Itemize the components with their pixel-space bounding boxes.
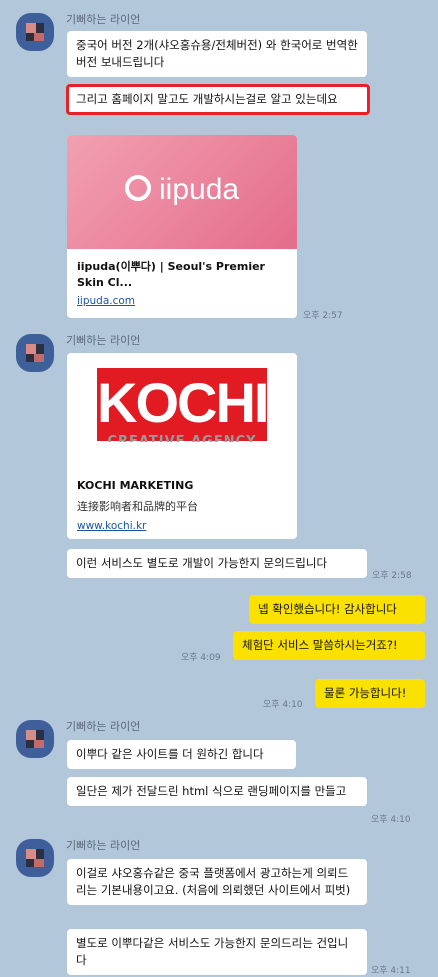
link-preview-card-iipuda[interactable]: iipuda iipuda(이뿌다) | Seoul's Premier Ski… [67, 135, 297, 318]
link-preview-url[interactable]: iipuda.com [77, 295, 135, 307]
sender-name: 기뻐하는 라이언 [66, 334, 141, 347]
message-time: 오후 4:10 [263, 700, 303, 710]
link-preview-brand: iipuda [159, 173, 240, 206]
message-bubble[interactable]: 이걸로 샤오홍슈같은 중국 플랫폼에서 광고하는게 의뢰드리는 기본내용이고요.… [67, 859, 367, 905]
my-message-bubble[interactable]: 체험단 서비스 말씀하시는거죠?! [233, 631, 425, 660]
sender-name: 기뻐하는 라이언 [66, 839, 141, 852]
sender-avatar[interactable] [16, 334, 54, 372]
message-bubble[interactable]: 이뿌다 같은 사이트를 더 원하긴 합니다 [67, 740, 296, 769]
message-bubble[interactable]: 별도로 이뿌다같은 서비스도 가능한지 문의드리는 건입니다 [67, 929, 367, 975]
my-message-bubble[interactable]: 넵 확인했습니다! 감사합니다 [249, 595, 425, 624]
message-bubble[interactable]: 일단은 제가 전달드린 html 식으로 랜딩페이지를 만들고 [67, 777, 367, 806]
link-preview-card-kochi[interactable]: KOCHI CREATIVE AGENCY KOCHI MARKETING 连接… [67, 353, 297, 539]
link-preview-description: 连接影响者和品牌的平台 [77, 500, 198, 513]
link-preview-image: iipuda [67, 135, 297, 249]
my-message-bubble[interactable]: 물론 가능합니다! [315, 679, 425, 708]
kochi-logo-text: KOCHI [97, 371, 267, 434]
sender-avatar[interactable] [16, 839, 54, 877]
message-bubble[interactable]: 중국어 버전 2개(샤오홍슈용/전체버전) 와 한국어로 번역한 버전 보내드립… [67, 31, 367, 77]
message-bubble-highlighted[interactable]: 그리고 홈페이지 말고도 개발하시는걸로 알고 있는데요 [66, 84, 370, 115]
message-time: 오후 4:10 [371, 815, 411, 825]
iipuda-logo-icon [125, 175, 151, 201]
sender-avatar[interactable] [16, 720, 54, 758]
kochi-sub-text: CREATIVE AGENCY [107, 434, 257, 442]
link-preview-url[interactable]: www.kochi.kr [77, 520, 146, 532]
message-time: 오후 2:57 [303, 311, 343, 321]
message-time: 오후 4:11 [371, 966, 411, 976]
message-time: 오후 2:58 [372, 571, 412, 581]
message-bubble[interactable]: 이런 서비스도 별도로 개발이 가능한지 문의드립니다 [67, 549, 367, 578]
sender-name: 기뻐하는 라이언 [66, 720, 141, 733]
message-time: 오후 4:09 [181, 653, 221, 663]
sender-avatar[interactable] [16, 13, 54, 51]
link-preview-title: iipuda(이뿌다) | Seoul's Premier Skin Cl... [77, 260, 265, 289]
link-preview-title: KOCHI MARKETING [77, 479, 194, 492]
sender-name: 기뻐하는 라이언 [66, 13, 141, 26]
